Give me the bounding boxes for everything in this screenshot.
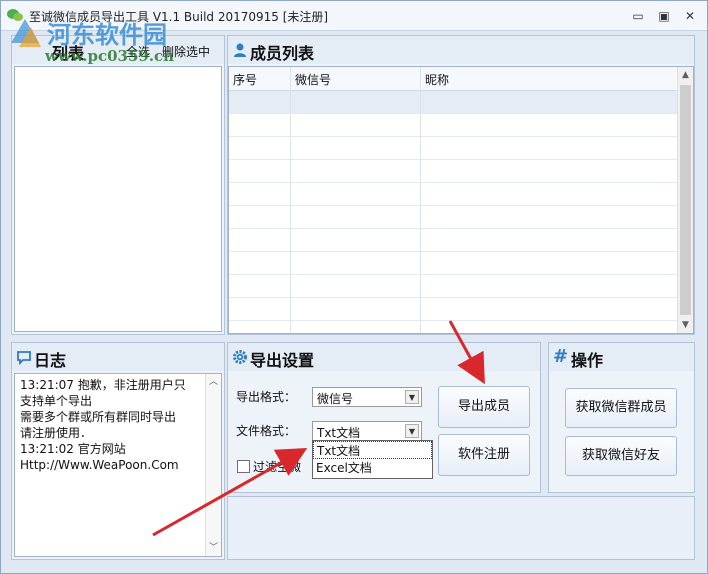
scroll-up-icon[interactable]: ︿ [206, 374, 221, 390]
member-grid-header: 序号 微信号 昵称 [229, 67, 679, 91]
filter-empty-checkbox[interactable] [237, 460, 250, 473]
scrollbar-thumb[interactable] [680, 85, 691, 315]
export-format-label: 导出格式： [236, 390, 297, 404]
group-list-panel: 列表 全选 删除选中 [11, 35, 225, 335]
column-header-nickname[interactable]: 昵称 [425, 71, 449, 88]
table-row [229, 136, 679, 137]
watermark-url: www.pc0359.cn [45, 47, 175, 65]
member-list-panel: 成员列表 序号 微信号 昵称 ▲ ▼ [227, 35, 695, 335]
file-format-select[interactable]: Txt文档 ▼ [312, 421, 422, 441]
chat-bubble-icon [17, 351, 31, 365]
log-scrollbar[interactable]: ︿ ﹀ [205, 374, 221, 556]
table-row-selected[interactable] [229, 91, 679, 113]
column-divider [290, 67, 291, 333]
table-row [229, 113, 679, 114]
member-grid[interactable]: 序号 微信号 昵称 ▲ ▼ [228, 66, 694, 334]
watermark-logo-icon [11, 19, 41, 47]
scroll-down-icon[interactable]: ﹀ [206, 540, 221, 556]
log-title: 日志 [34, 351, 67, 370]
log-line: 支持单个导出 [20, 394, 93, 408]
gear-icon [233, 350, 247, 364]
export-settings-header: 导出设置 [228, 343, 540, 371]
table-row [229, 320, 679, 321]
log-line: 13:21:02 官方网站 [20, 442, 126, 456]
table-row [229, 205, 679, 206]
log-line: 13:21:07 抱歉，非注册用户只 [20, 378, 186, 392]
operations-header: # 操作 [549, 343, 694, 371]
member-list-title: 成员列表 [250, 44, 315, 63]
log-line: 需要多个群或所有群同时导出 [20, 410, 177, 424]
operations-panel: # 操作 获取微信群成员 获取微信好友 [548, 342, 695, 493]
scroll-down-icon[interactable]: ▼ [678, 317, 693, 333]
table-row [229, 274, 679, 275]
hash-icon: # [553, 346, 569, 367]
chevron-down-icon[interactable]: ▼ [405, 390, 419, 404]
dropdown-option-excel[interactable]: Excel文档 [313, 459, 432, 477]
export-format-select[interactable]: 微信号 ▼ [312, 387, 422, 407]
column-divider [420, 67, 421, 333]
minimize-button[interactable]: ▭ [627, 7, 649, 25]
file-format-dropdown-list[interactable]: Txt文档 Excel文档 [312, 440, 433, 479]
register-button[interactable]: 软件注册 [438, 434, 530, 476]
log-panel: 日志 13:21:07 抱歉，非注册用户只 支持单个导出 需要多个群或所有群同时… [11, 342, 225, 560]
chevron-down-icon[interactable]: ▼ [405, 424, 419, 438]
scroll-up-icon[interactable]: ▲ [678, 67, 693, 83]
column-header-index[interactable]: 序号 [233, 71, 257, 88]
log-textbox[interactable]: 13:21:07 抱歉，非注册用户只 支持单个导出 需要多个群或所有群同时导出 … [14, 373, 222, 557]
filter-empty-label: 过滤空微 [253, 460, 302, 474]
member-list-header: 成员列表 [228, 36, 694, 64]
export-settings-title: 导出设置 [250, 351, 315, 370]
app-window: 至诚微信成员导出工具 V1.1 Build 20170915 [未注册] ▭ ▣… [0, 0, 708, 574]
column-header-wechat-id[interactable]: 微信号 [295, 71, 331, 88]
table-row [229, 159, 679, 160]
table-row [229, 228, 679, 229]
bottom-empty-panel [227, 496, 695, 560]
group-listbox[interactable] [14, 66, 222, 332]
export-format-value: 微信号 [317, 392, 354, 406]
export-members-button[interactable]: 导出成员 [438, 386, 530, 428]
file-format-value: Txt文档 [317, 426, 361, 440]
table-row [229, 182, 679, 183]
member-grid-scrollbar[interactable]: ▲ ▼ [677, 67, 693, 333]
log-line: Http://Www.WeaPoon.Com [20, 458, 179, 472]
log-line: 请注册使用． [20, 426, 93, 440]
get-group-members-button[interactable]: 获取微信群成员 [565, 388, 677, 428]
table-row [229, 297, 679, 298]
restore-button[interactable]: ▣ [653, 7, 675, 25]
user-icon [234, 43, 246, 57]
watermark-title: 河东软件园 [47, 20, 167, 49]
get-friends-button[interactable]: 获取微信好友 [565, 436, 677, 476]
close-button[interactable]: ✕ [679, 7, 701, 25]
file-format-label: 文件格式： [236, 424, 297, 438]
dropdown-option-txt[interactable]: Txt文档 [313, 441, 432, 459]
operations-title: 操作 [571, 351, 604, 370]
log-header: 日志 [12, 343, 224, 371]
table-row [229, 251, 679, 252]
